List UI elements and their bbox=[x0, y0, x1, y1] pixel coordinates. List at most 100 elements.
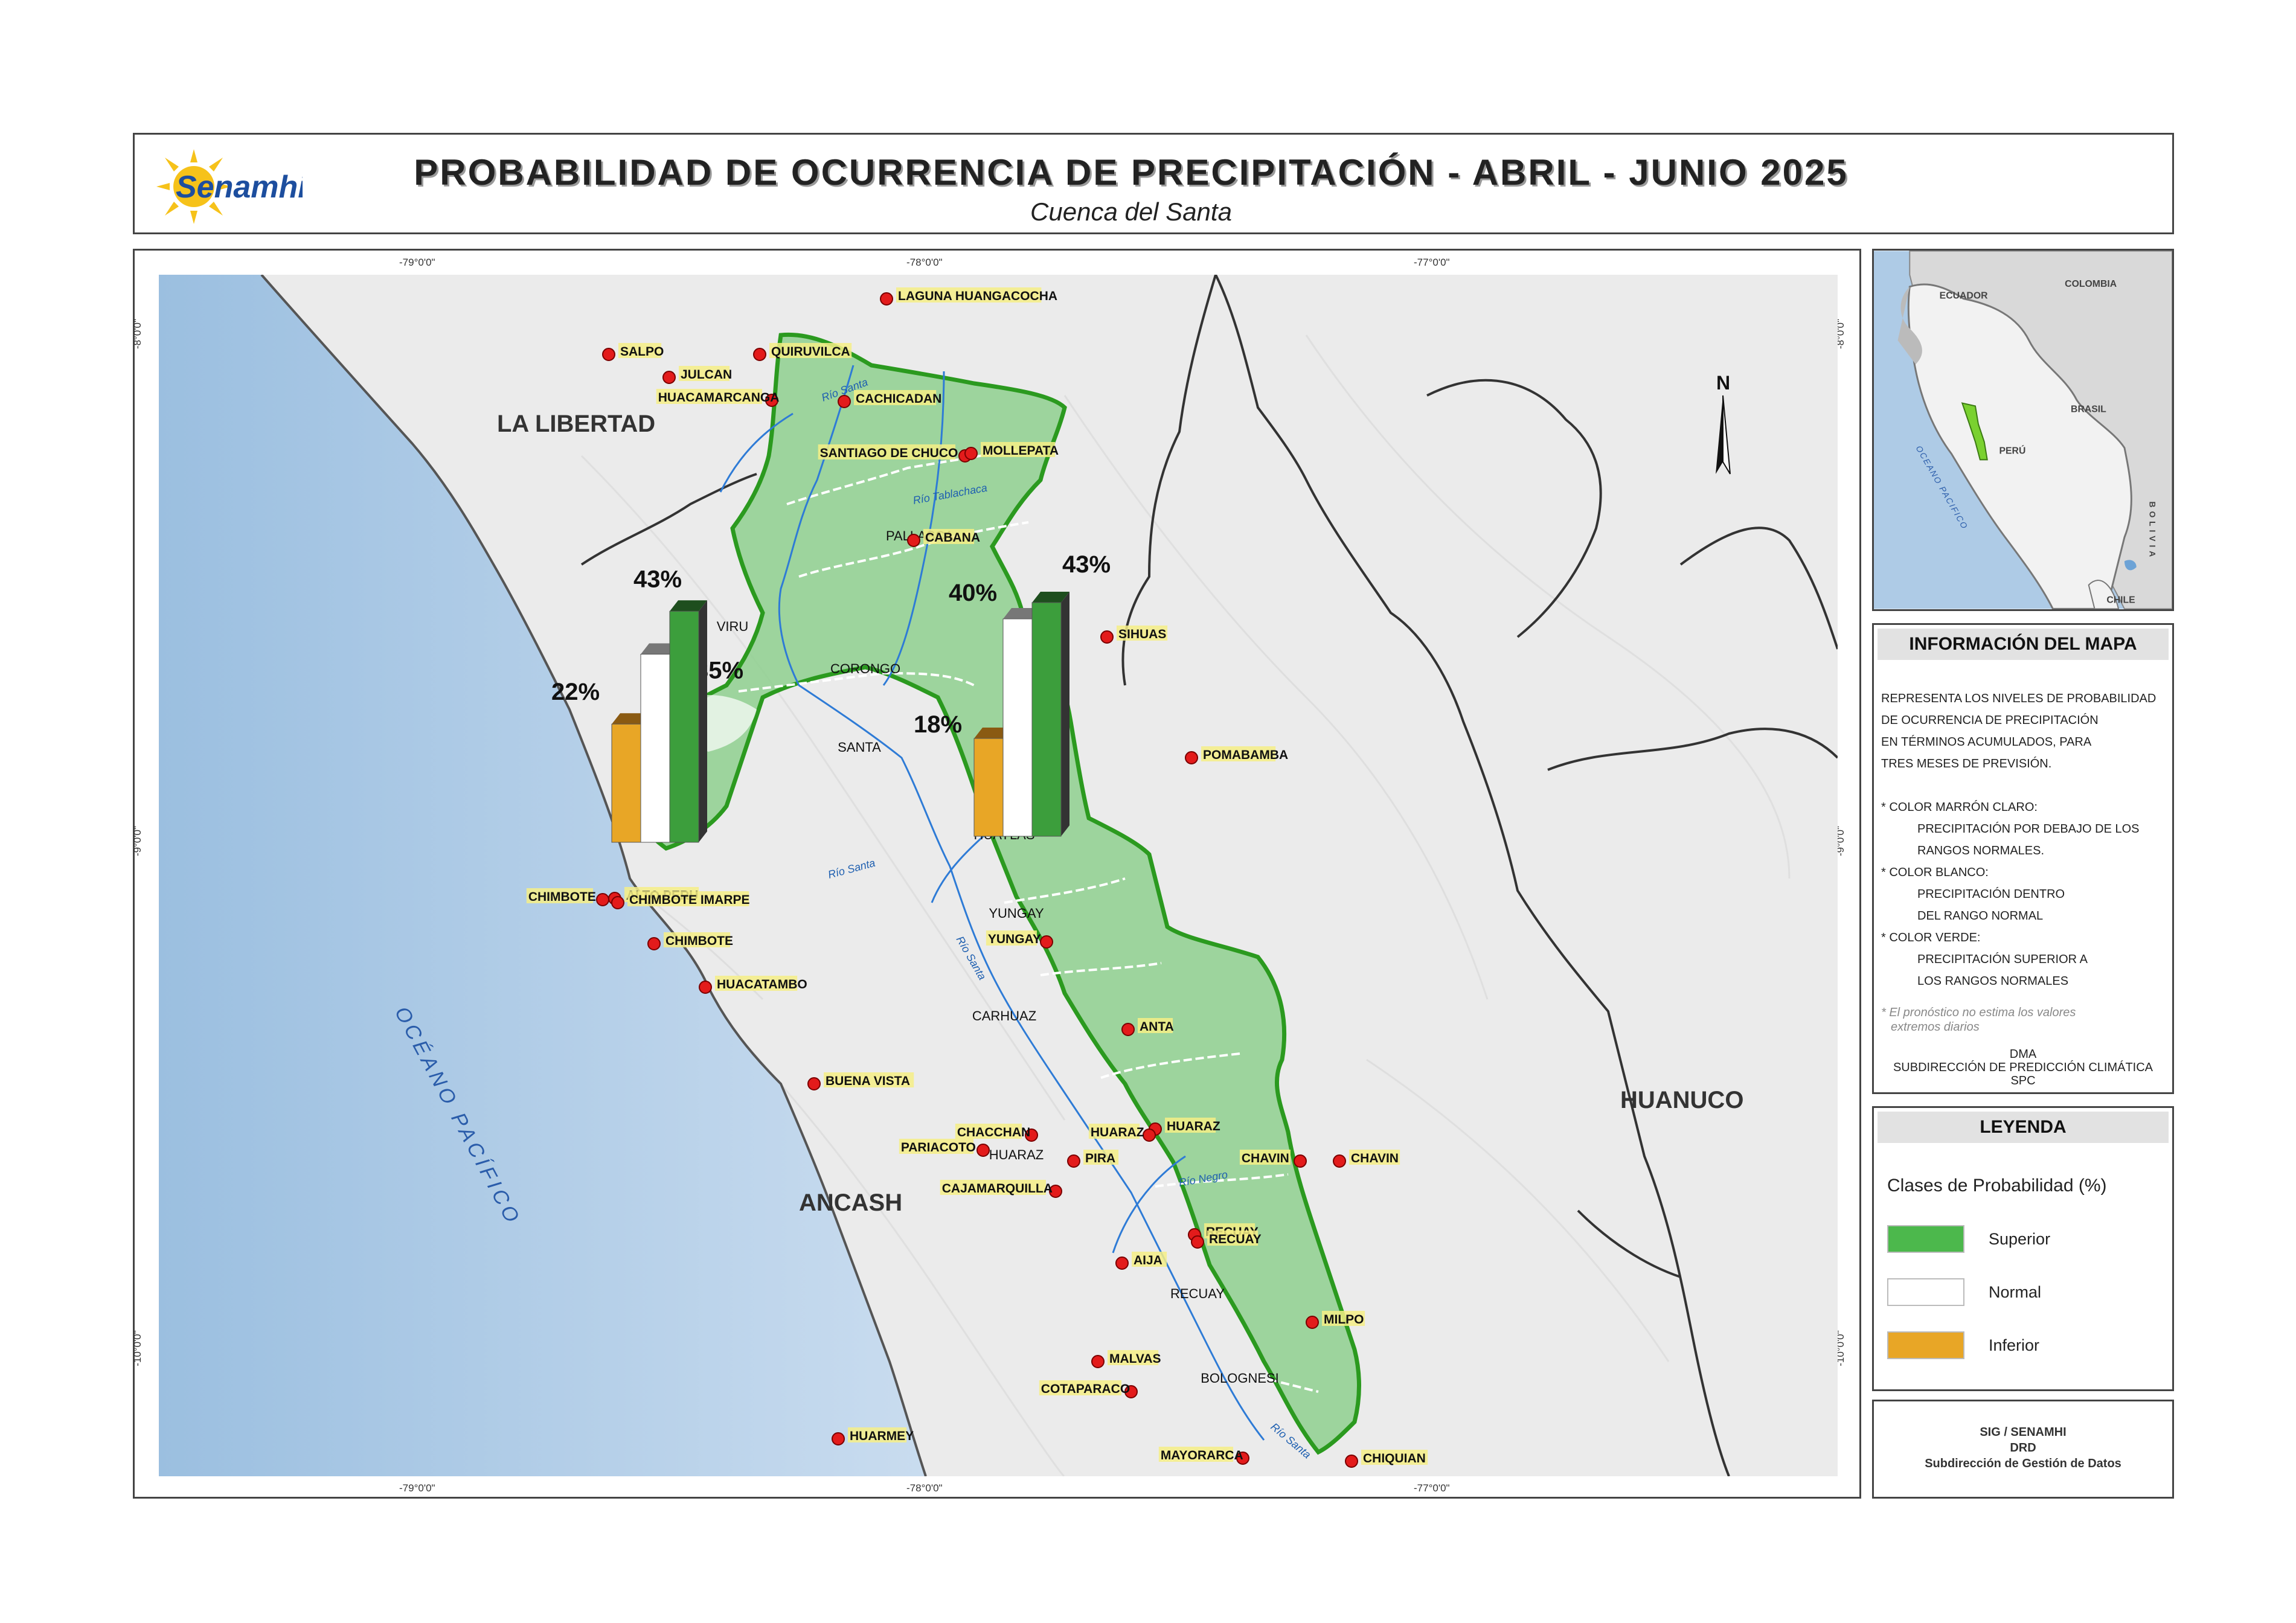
info-line: TRES MESES DE PREVISIÓN. bbox=[1881, 757, 2052, 770]
place-label: VIRU bbox=[717, 619, 749, 634]
place-label: BOLOGNESI bbox=[1201, 1371, 1279, 1386]
bar-value-label: 18% bbox=[914, 711, 962, 738]
svg-text:ECUADOR: ECUADOR bbox=[1940, 291, 1988, 301]
station-label: CHIQUIAN bbox=[1363, 1452, 1426, 1465]
info-org: SPC bbox=[2010, 1074, 2036, 1087]
legend-swatch-superior bbox=[1887, 1225, 1964, 1253]
station-label: MILPO bbox=[1324, 1313, 1364, 1327]
lon-label: -79°0'0" bbox=[399, 257, 435, 268]
info-note: * El pronóstico no estima los valores bbox=[1881, 1006, 2076, 1019]
station-label: CHIMBOTE bbox=[665, 934, 733, 948]
station-label: QUIRUVILCA bbox=[771, 345, 850, 359]
legend-panel: LEYENDA Clases de Probabilidad (%) Super… bbox=[1872, 1106, 2174, 1391]
station-label: YUNGAY bbox=[988, 932, 1041, 946]
place-label: YUNGAY bbox=[989, 906, 1044, 921]
bar-value-label: 43% bbox=[633, 566, 682, 592]
svg-text:BOLIVIA: BOLIVIA bbox=[2147, 502, 2157, 561]
station-marker[interactable]: CAJAMARQUILLA bbox=[940, 1180, 1062, 1198]
legend-label: Normal bbox=[1989, 1283, 2042, 1301]
station-label: CHIMBOTE bbox=[528, 890, 596, 904]
station-label: POMABAMBA bbox=[1203, 748, 1288, 762]
legend-heading: LEYENDA bbox=[1878, 1112, 2169, 1143]
station-marker[interactable]: BUENA VISTA bbox=[807, 1072, 914, 1090]
station-marker[interactable]: SANTIAGO DE CHUCO bbox=[818, 444, 972, 463]
station-label: HUARAZ bbox=[1091, 1125, 1144, 1139]
map-subtitle: Cuenca del Santa bbox=[1030, 197, 1232, 226]
lat-label: -10°0'0" bbox=[131, 1330, 143, 1366]
station-label: MAYORARCA bbox=[1161, 1449, 1243, 1462]
place-label: RECUAY bbox=[1170, 1286, 1225, 1301]
info-line: EN TÉRMINOS ACUMULADOS, PARA bbox=[1881, 735, 2092, 749]
region-label-ancash: ANCASH bbox=[799, 1189, 902, 1216]
lon-label: -78°0'0" bbox=[906, 257, 943, 268]
info-line: DE OCURRENCIA DE PRECIPITACIÓN bbox=[1881, 714, 2099, 727]
header-panel: Senamhi PROBABILIDAD DE OCURRENCIA DE PR… bbox=[133, 133, 2174, 234]
region-label-la-libertad: LA LIBERTAD bbox=[497, 411, 655, 437]
inset-map: ECUADOR COLOMBIA BRASIL PERÚ CHILE BOLIV… bbox=[1874, 251, 2172, 609]
station-label: ANTA bbox=[1140, 1020, 1174, 1034]
station-marker[interactable]: CHIMBOTE IMARPE bbox=[611, 891, 750, 909]
info-org: DMA bbox=[2009, 1048, 2037, 1061]
map-title: PROBABILIDAD DE OCURRENCIA DE PRECIPITAC… bbox=[414, 152, 1849, 193]
credits-line: Subdirección de Gestión de Datos bbox=[1925, 1457, 2121, 1470]
svg-text:CHILE: CHILE bbox=[2106, 595, 2135, 606]
info-line: REPRESENTA LOS NIVELES DE PROBABILIDAD bbox=[1881, 692, 2157, 705]
station-label: HUARAZ bbox=[1167, 1119, 1220, 1133]
station-label: LAGUNA HUANGACOCHA bbox=[898, 289, 1057, 303]
station-label: SANTIAGO DE CHUCO bbox=[820, 446, 958, 460]
info-line: LOS RANGOS NORMALES bbox=[1917, 975, 2069, 988]
station-marker[interactable]: PARIACOTO bbox=[899, 1139, 990, 1157]
info-heading: INFORMACIÓN DEL MAPA bbox=[1878, 629, 2169, 660]
lon-label: -77°0'0" bbox=[1414, 1482, 1450, 1494]
station-marker[interactable]: LAGUNA HUANGACOCHA bbox=[880, 287, 1057, 306]
lon-label: -77°0'0" bbox=[1414, 257, 1450, 268]
senamhi-logo: Senamhi bbox=[156, 149, 303, 224]
station-label: HUACAMARCANGA bbox=[658, 391, 780, 405]
bar-superior bbox=[1031, 592, 1069, 837]
credits-line: DRD bbox=[2010, 1441, 2036, 1455]
legend-swatch-normal bbox=[1887, 1278, 1964, 1306]
svg-text:N: N bbox=[1716, 372, 1730, 394]
station-label: CHAVIN bbox=[1242, 1151, 1289, 1165]
legend-label: Superior bbox=[1989, 1230, 2051, 1248]
info-line: PRECIPITACIÓN DENTRO bbox=[1917, 888, 2065, 901]
svg-text:Senamhi: Senamhi bbox=[176, 170, 303, 205]
map-info-panel: INFORMACIÓN DEL MAPA REPRESENTA LOS NIVE… bbox=[1872, 623, 2174, 1094]
station-label: COTAPARACO bbox=[1041, 1382, 1130, 1396]
svg-text:BRASIL: BRASIL bbox=[2071, 404, 2106, 414]
legend-swatch-inferior bbox=[1887, 1331, 1964, 1359]
station-label: MOLLEPATA bbox=[983, 444, 1059, 458]
info-line: * COLOR MARRÓN CLARO: bbox=[1881, 801, 2038, 814]
lat-label: -8°0'0" bbox=[132, 318, 144, 350]
station-label: PIRA bbox=[1085, 1151, 1115, 1165]
place-label: CARHUAZ bbox=[972, 1008, 1036, 1023]
station-label: CACHICADAN bbox=[856, 392, 941, 406]
station-label: CHACCHAN bbox=[957, 1125, 1030, 1139]
bar-value-label: 22% bbox=[551, 679, 600, 705]
station-label: HUARMEY bbox=[850, 1429, 914, 1443]
station-label: RECUAY bbox=[1209, 1232, 1262, 1246]
station-label: BUENA VISTA bbox=[826, 1074, 910, 1088]
station-marker[interactable]: HUACAMARCANGA bbox=[656, 389, 780, 407]
lon-label: -79°0'0" bbox=[399, 1482, 435, 1494]
station-marker[interactable]: COTAPARACO bbox=[1039, 1380, 1138, 1398]
station-label: HUACATAMBO bbox=[717, 978, 807, 991]
info-note: extremos diarios bbox=[1891, 1020, 1980, 1034]
station-marker[interactable]: CHACCHAN bbox=[955, 1124, 1038, 1142]
station-marker[interactable]: HUACATAMBO bbox=[699, 976, 807, 994]
info-org: SUBDIRECCIÓN DE PREDICCIÓN CLIMÁTICA bbox=[1893, 1061, 2153, 1074]
info-line: PRECIPITACIÓN POR DEBAJO DE LOS bbox=[1917, 822, 2140, 836]
legend-subheading: Clases de Probabilidad (%) bbox=[1887, 1176, 2107, 1196]
bar-superior bbox=[669, 600, 707, 843]
info-line: * COLOR VERDE: bbox=[1881, 931, 1981, 944]
info-line: * COLOR BLANCO: bbox=[1881, 866, 1989, 879]
credits-line: SIG / SENAMHI bbox=[1980, 1426, 2067, 1439]
map-canvas[interactable]: OCÉANO PACÍFICO Río Santa Río Tablachaca… bbox=[159, 275, 1838, 1476]
station-label: JULCAN bbox=[681, 368, 732, 382]
info-line: RANGOS NORMALES. bbox=[1917, 844, 2045, 857]
station-label: SIHUAS bbox=[1118, 627, 1166, 641]
region-label-huanuco: HUANUCO bbox=[1620, 1087, 1743, 1113]
credits-panel: SIG / SENAMHI DRD Subdirección de Gestió… bbox=[1872, 1400, 2174, 1499]
bar-value-label: 40% bbox=[949, 580, 997, 606]
station-marker[interactable]: MAYORARCA bbox=[1158, 1447, 1249, 1465]
